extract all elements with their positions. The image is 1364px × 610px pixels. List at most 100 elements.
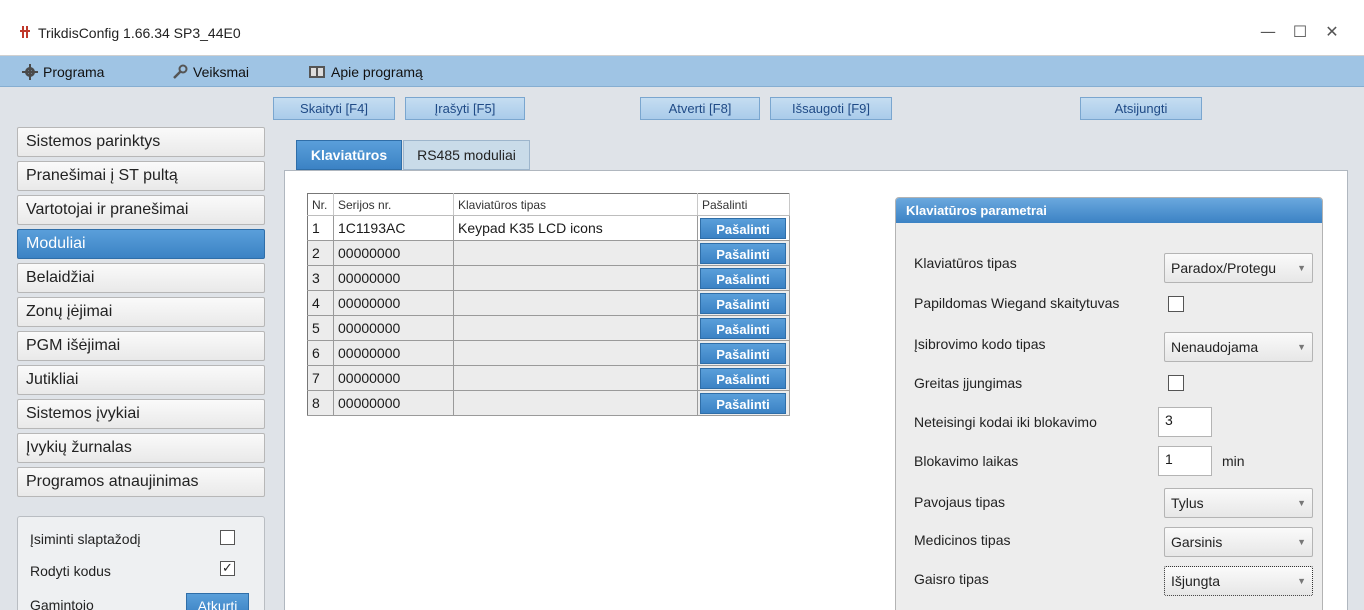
row-serial[interactable]: 00000000	[333, 340, 454, 366]
table-row: 3 00000000 Pašalinti	[307, 265, 790, 291]
menu-bar: Programa Veiksmai Apie programą	[0, 56, 1364, 87]
medical-type-value: Garsinis	[1171, 534, 1223, 550]
row-serial[interactable]: 00000000	[333, 290, 454, 316]
read-button[interactable]: Skaityti [F4]	[273, 97, 395, 120]
row-nr: 4	[307, 290, 334, 316]
menu-programa[interactable]: Programa	[22, 63, 104, 81]
block-time-input[interactable]: 1	[1158, 446, 1212, 476]
row-type[interactable]	[453, 315, 698, 341]
sidebar-item-sistemos-ivykiai[interactable]: Sistemos įvykiai	[17, 399, 265, 429]
app-icon	[20, 26, 30, 38]
table-row: 8 00000000 Pašalinti	[307, 390, 790, 416]
wrong-codes-label: Neteisingi kodai iki blokavimo	[914, 414, 1097, 430]
sidebar-item-moduliai[interactable]: Moduliai	[17, 229, 265, 259]
row-nr: 1	[307, 215, 334, 241]
keypad-table: Nr. Serijos nr. Klaviatūros tipas Pašali…	[307, 193, 790, 416]
sidebar-item-pranesimai-st[interactable]: Pranešimai į ST pultą	[17, 161, 265, 191]
wrong-codes-input[interactable]: 3	[1158, 407, 1212, 437]
chevron-down-icon: ▼	[1297, 263, 1306, 273]
disconnect-button[interactable]: Atsijungti	[1080, 97, 1202, 120]
panic-type-select[interactable]: Tylus ▼	[1164, 488, 1313, 518]
menu-apie[interactable]: Apie programą	[308, 63, 423, 81]
fire-type-label: Gaisro tipas	[914, 571, 989, 587]
keypad-params-panel: Klaviatūros parametrai Klaviatūros tipas…	[895, 197, 1323, 610]
minimize-button[interactable]: —	[1258, 22, 1278, 42]
maximize-button[interactable]: ☐	[1290, 22, 1310, 42]
column-header: Nr.	[307, 193, 334, 216]
menu-label: Apie programą	[331, 64, 423, 80]
table-row: 6 00000000 Pašalinti	[307, 340, 790, 366]
delete-button[interactable]: Pašalinti	[700, 317, 786, 339]
sidebar-item-jutikliai[interactable]: Jutikliai	[17, 365, 265, 395]
sidebar-item-sistemos-parinktys[interactable]: Sistemos parinktys	[17, 127, 265, 157]
row-type[interactable]	[453, 265, 698, 291]
tab-klaviaturos[interactable]: Klaviatūros	[296, 140, 402, 170]
duress-code-label: Įsibrovimo kodo tipas	[914, 336, 1046, 352]
sidebar-item-ivykiu-zurnalas[interactable]: Įvykių žurnalas	[17, 433, 265, 463]
keypad-type-label: Klaviatūros tipas	[914, 255, 1017, 271]
factory-label: Gamintojo	[30, 597, 94, 610]
delete-button[interactable]: Pašalinti	[700, 342, 786, 364]
gear-icon	[22, 64, 38, 80]
duress-code-select[interactable]: Nenaudojama ▼	[1164, 332, 1313, 362]
delete-button[interactable]: Pašalinti	[700, 392, 786, 414]
keypad-type-select[interactable]: Paradox/Protegu ▼	[1164, 253, 1313, 283]
row-type[interactable]	[453, 240, 698, 266]
row-serial[interactable]: 00000000	[333, 390, 454, 416]
table-row: 7 00000000 Pašalinti	[307, 365, 790, 391]
medical-type-select[interactable]: Garsinis ▼	[1164, 527, 1313, 557]
sidebar-item-pgm-isejimai[interactable]: PGM išėjimai	[17, 331, 265, 361]
restore-button[interactable]: Atkurti	[186, 593, 249, 610]
open-button[interactable]: Atverti [F8]	[640, 97, 760, 120]
row-serial[interactable]: 1C1193AC	[333, 215, 454, 241]
row-type[interactable]	[453, 390, 698, 416]
panic-type-label: Pavojaus tipas	[914, 494, 1006, 510]
row-nr: 2	[307, 240, 334, 266]
block-time-unit: min	[1222, 453, 1245, 469]
menu-label: Veiksmai	[193, 64, 250, 80]
quick-arm-checkbox[interactable]	[1168, 375, 1184, 391]
medical-type-label: Medicinos tipas	[914, 532, 1011, 548]
close-button[interactable]: ✕	[1322, 22, 1342, 42]
title-bar: TrikdisConfig 1.66.34 SP3_44E0 — ☐ ✕	[0, 0, 1364, 56]
delete-button[interactable]: Pašalinti	[700, 242, 786, 264]
column-header: Klaviatūros tipas	[453, 193, 698, 216]
chevron-down-icon: ▼	[1297, 537, 1306, 547]
row-serial[interactable]: 00000000	[333, 315, 454, 341]
row-nr: 6	[307, 340, 334, 366]
row-nr: 5	[307, 315, 334, 341]
sidebar-item-belaidziai[interactable]: Belaidžiai	[17, 263, 265, 293]
delete-button[interactable]: Pašalinti	[700, 267, 786, 289]
show-codes-checkbox[interactable]: ✓	[220, 561, 235, 576]
row-type[interactable]	[453, 365, 698, 391]
row-serial[interactable]: 00000000	[333, 365, 454, 391]
save-button[interactable]: Išsaugoti [F9]	[770, 97, 892, 120]
column-header: Serijos nr.	[333, 193, 454, 216]
chevron-down-icon: ▼	[1297, 576, 1306, 586]
sidebar-item-zonu-iejimai[interactable]: Zonų įėjimai	[17, 297, 265, 327]
fire-type-select[interactable]: Išjungta ▼	[1164, 566, 1313, 596]
block-time-label: Blokavimo laikas	[914, 453, 1019, 469]
delete-button[interactable]: Pašalinti	[700, 367, 786, 389]
row-type[interactable]	[453, 340, 698, 366]
delete-button[interactable]: Pašalinti	[700, 217, 786, 239]
row-type[interactable]	[453, 290, 698, 316]
row-type[interactable]: Keypad K35 LCD icons	[453, 215, 698, 241]
row-serial[interactable]: 00000000	[333, 265, 454, 291]
row-serial[interactable]: 00000000	[333, 240, 454, 266]
remember-password-label: Įsiminti slaptažodį	[30, 531, 141, 547]
options-panel: Įsiminti slaptažodį Rodyti kodus ✓ Gamin…	[17, 516, 265, 610]
delete-button[interactable]: Pašalinti	[700, 292, 786, 314]
write-button[interactable]: Įrašyti [F5]	[405, 97, 525, 120]
content-panel: Nr. Serijos nr. Klaviatūros tipas Pašali…	[284, 170, 1348, 610]
menu-veiksmai[interactable]: Veiksmai	[172, 63, 249, 81]
book-icon	[309, 66, 325, 78]
remember-password-checkbox[interactable]	[220, 530, 235, 545]
sidebar-item-vartotojai[interactable]: Vartotojai ir pranešimai	[17, 195, 265, 225]
panic-type-value: Tylus	[1171, 495, 1204, 511]
wiegand-checkbox[interactable]	[1168, 296, 1184, 312]
keypad-type-value: Paradox/Protegu	[1171, 260, 1277, 276]
tab-rs485[interactable]: RS485 moduliai	[403, 140, 530, 170]
show-codes-label: Rodyti kodus	[30, 563, 111, 579]
sidebar-item-programos-atnaujinimas[interactable]: Programos atnaujinimas	[17, 467, 265, 497]
